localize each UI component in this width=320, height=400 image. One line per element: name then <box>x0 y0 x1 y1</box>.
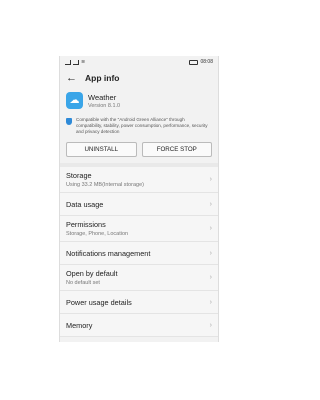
storage-title: Storage <box>66 171 92 181</box>
uninstall-button[interactable]: UNINSTALL <box>66 142 137 158</box>
status-bar: ≋ 08:08 <box>60 56 218 68</box>
signal-icon-2 <box>73 59 79 65</box>
open-by-default-subtitle: No default set <box>66 280 100 287</box>
chevron-right-icon: › <box>209 200 212 208</box>
memory-title: Memory <box>66 320 93 330</box>
phone-screen: ≋ 08:08 ← App info ☁ Weather Version 8.1… <box>59 56 219 342</box>
storage-subtitle: Using 33.2 MB(Internal storage) <box>66 182 144 189</box>
signal-icon <box>65 59 71 65</box>
permissions-title: Permissions <box>66 220 106 230</box>
open-by-default-item[interactable]: Open by default No default set › <box>60 265 218 292</box>
power-usage-title: Power usage details <box>66 297 132 307</box>
chevron-right-icon: › <box>209 249 212 257</box>
settings-list: Storage Using 33.2 MB(Internal storage) … <box>60 167 218 338</box>
data-usage-item[interactable]: Data usage › <box>60 193 218 217</box>
app-meta: Weather Version 8.1.0 <box>88 92 120 109</box>
green-alliance-notice: Compatible with the "Android Green Allia… <box>60 113 218 140</box>
app-header: ☁ Weather Version 8.1.0 <box>60 88 218 113</box>
chevron-right-icon: › <box>209 225 212 233</box>
wifi-icon: ≋ <box>81 59 86 65</box>
chevron-right-icon: › <box>209 176 212 184</box>
back-arrow-icon[interactable]: ← <box>66 72 77 84</box>
app-name: Weather <box>88 93 117 102</box>
status-icons-left: ≋ <box>65 59 85 65</box>
battery-icon <box>189 59 199 65</box>
open-by-default-title: Open by default <box>66 269 118 279</box>
status-icons-right: 08:08 <box>189 59 213 65</box>
chevron-right-icon: › <box>209 298 212 306</box>
power-usage-item[interactable]: Power usage details › <box>60 291 218 315</box>
notifications-item[interactable]: Notifications management › <box>60 242 218 266</box>
memory-item[interactable]: Memory › <box>60 314 218 338</box>
status-time: 08:08 <box>200 59 213 65</box>
shield-icon <box>66 118 72 125</box>
storage-item[interactable]: Storage Using 33.2 MB(Internal storage) … <box>60 167 218 194</box>
force-stop-button[interactable]: FORCE STOP <box>141 142 212 158</box>
permissions-item[interactable]: Permissions Storage, Phone, Location › <box>60 216 218 243</box>
top-app-bar: ← App info <box>60 68 218 88</box>
page-title: App info <box>85 73 120 83</box>
app-version: Version 8.1.0 <box>88 103 121 109</box>
chevron-right-icon: › <box>209 274 212 282</box>
green-alliance-text: Compatible with the "Android Green Allia… <box>76 117 208 134</box>
weather-app-icon: ☁ <box>66 92 83 109</box>
notifications-title: Notifications management <box>66 248 151 258</box>
data-usage-title: Data usage <box>66 199 104 209</box>
action-buttons: UNINSTALL FORCE STOP <box>60 140 218 163</box>
permissions-subtitle: Storage, Phone, Location <box>66 231 129 238</box>
chevron-right-icon: › <box>209 321 212 329</box>
